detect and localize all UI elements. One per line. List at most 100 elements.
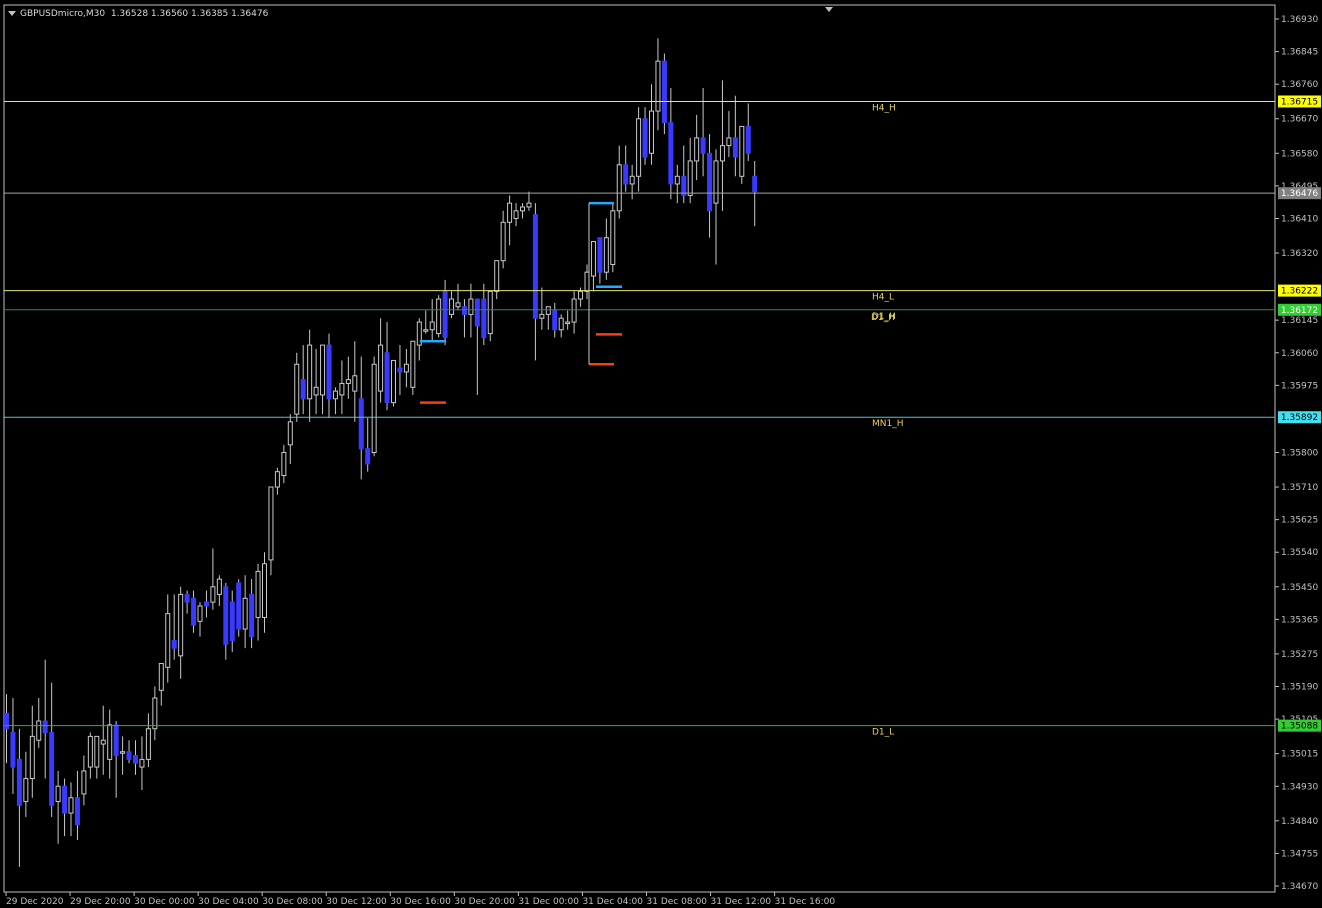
candle-body-bullish <box>274 471 280 488</box>
candle-body-bullish <box>449 298 455 315</box>
price-axis-label: 1.35710 <box>1281 483 1318 493</box>
price-axis-label: 1.35800 <box>1281 449 1318 459</box>
price-axis-label: 1.35975 <box>1281 381 1318 391</box>
candle-body-bullish <box>332 390 338 400</box>
candle-body-bullish <box>713 160 719 204</box>
candle-body-bearish <box>384 352 390 404</box>
candle-body-bullish <box>242 597 248 630</box>
candle-body-bearish <box>4 712 9 730</box>
candle-body-bullish <box>436 298 442 335</box>
candle-body-bullish <box>565 321 571 325</box>
candle-body-bullish <box>468 298 474 315</box>
candle-body-bearish <box>300 379 306 400</box>
level-label-d1-l: D1_L <box>872 728 894 738</box>
candle-body-bullish <box>429 321 435 331</box>
chart-shift-marker-icon[interactable] <box>825 7 833 12</box>
candle-body-bullish <box>55 785 61 803</box>
candlestick-chart[interactable]: 1.36930 1.36845 1.36760 1.36670 1.36580 1.364… <box>0 0 1322 908</box>
price-axis-label: 1.35190 <box>1281 683 1318 693</box>
candle-body-bullish <box>287 421 293 446</box>
candle-body-bullish <box>578 290 584 300</box>
candle-body-bullish <box>307 344 313 400</box>
candle-body-bearish <box>203 601 209 607</box>
candle-body-bullish <box>294 363 300 415</box>
price-axis-label: 1.36580 <box>1281 149 1318 159</box>
candle-body-bullish <box>403 363 409 373</box>
candle-body-bearish <box>365 448 371 465</box>
candle-body-bearish <box>552 310 558 331</box>
candle-body-bullish <box>29 735 35 780</box>
time-axis-label: 31 Dec 08:00 <box>647 897 708 907</box>
candle-body-bearish <box>661 60 667 124</box>
candle-body-bullish <box>584 271 590 292</box>
time-axis-label: 30 Dec 20:00 <box>454 897 515 907</box>
candle-body-bullish <box>339 382 345 396</box>
price-axis-label: 1.36060 <box>1281 349 1318 359</box>
candle-body-bullish <box>391 359 396 404</box>
price-axis-label: 1.36670 <box>1281 115 1318 125</box>
candle-body-bullish <box>423 329 429 332</box>
price-axis-label: 1.36145 <box>1281 316 1318 326</box>
time-axis-label: 30 Dec 16:00 <box>390 897 451 907</box>
candle-body-bearish <box>474 298 480 327</box>
candle-body-bearish <box>229 601 235 641</box>
candle-body-bearish <box>732 137 738 158</box>
candle-body-bearish <box>74 797 80 826</box>
candle-body-bullish <box>352 375 358 392</box>
candle-body-bullish <box>719 145 725 162</box>
candle-body-bullish <box>410 340 416 388</box>
candle-body-bullish <box>610 210 616 266</box>
price-axis-label: 1.35275 <box>1281 650 1318 660</box>
time-axis-label: 29 Dec 2020 <box>6 897 64 907</box>
candle-body-bearish <box>16 758 22 806</box>
candle-body-bullish <box>571 298 577 323</box>
candle-body-bullish <box>107 724 113 760</box>
candle-body-bullish <box>320 344 326 396</box>
candle-body-bullish <box>216 578 222 595</box>
price-axis-label: 1.34930 <box>1281 782 1318 792</box>
candle-body-bullish <box>36 720 42 741</box>
candle-body-bullish <box>23 778 29 803</box>
candle-body-bullish <box>178 593 184 657</box>
candle-body-bearish <box>597 237 603 273</box>
candle-body-bearish <box>681 175 687 196</box>
candle-body-bullish <box>655 60 661 112</box>
candle-body-bullish <box>268 486 274 561</box>
candle-body-bullish <box>255 570 261 618</box>
candle-body-bearish <box>113 724 119 757</box>
time-axis-label: 30 Dec 12:00 <box>326 897 387 907</box>
price-axis-label: 1.35365 <box>1281 615 1318 625</box>
price-axis-label: 1.34755 <box>1281 849 1318 859</box>
candle-body-bullish <box>616 164 622 212</box>
candle-body-bullish <box>500 221 506 262</box>
candle-body-bullish <box>558 317 564 331</box>
candle-body-bullish <box>636 118 642 177</box>
candle-body-bearish <box>326 344 332 400</box>
level-label-h4-h: H4_H <box>872 103 896 113</box>
candle-body-bearish <box>532 214 538 319</box>
candle-body-bullish <box>545 306 551 315</box>
price-axis-label: 1.36320 <box>1281 249 1318 259</box>
candle-body-bearish <box>184 593 190 603</box>
price-badge-label: 1.36172 <box>1281 306 1318 316</box>
price-badge-label: 1.36222 <box>1281 287 1318 297</box>
candle-body-bullish <box>494 260 500 292</box>
candle-body-bearish <box>623 164 629 185</box>
candle-body-bearish <box>745 125 751 154</box>
candle-body-bearish <box>707 152 713 212</box>
candle-body-bearish <box>642 118 648 158</box>
candle-body-bullish <box>197 605 203 622</box>
candle-body-bullish <box>281 452 287 477</box>
candle-body-bullish <box>313 386 319 396</box>
candle-body-bullish <box>487 290 493 335</box>
price-badge-label: 1.35088 <box>1281 722 1318 732</box>
price-axis-label: 1.36930 <box>1281 15 1318 25</box>
candle-body-bearish <box>752 175 758 193</box>
time-axis-label: 31 Dec 16:00 <box>775 897 836 907</box>
candle-body-bearish <box>249 593 255 638</box>
candle-body-bullish <box>120 751 126 754</box>
time-axis-label: 31 Dec 04:00 <box>582 897 643 907</box>
candle-body-bearish <box>62 785 68 814</box>
time-axis-label: 30 Dec 00:00 <box>134 897 195 907</box>
candle-body-bearish <box>126 751 132 760</box>
